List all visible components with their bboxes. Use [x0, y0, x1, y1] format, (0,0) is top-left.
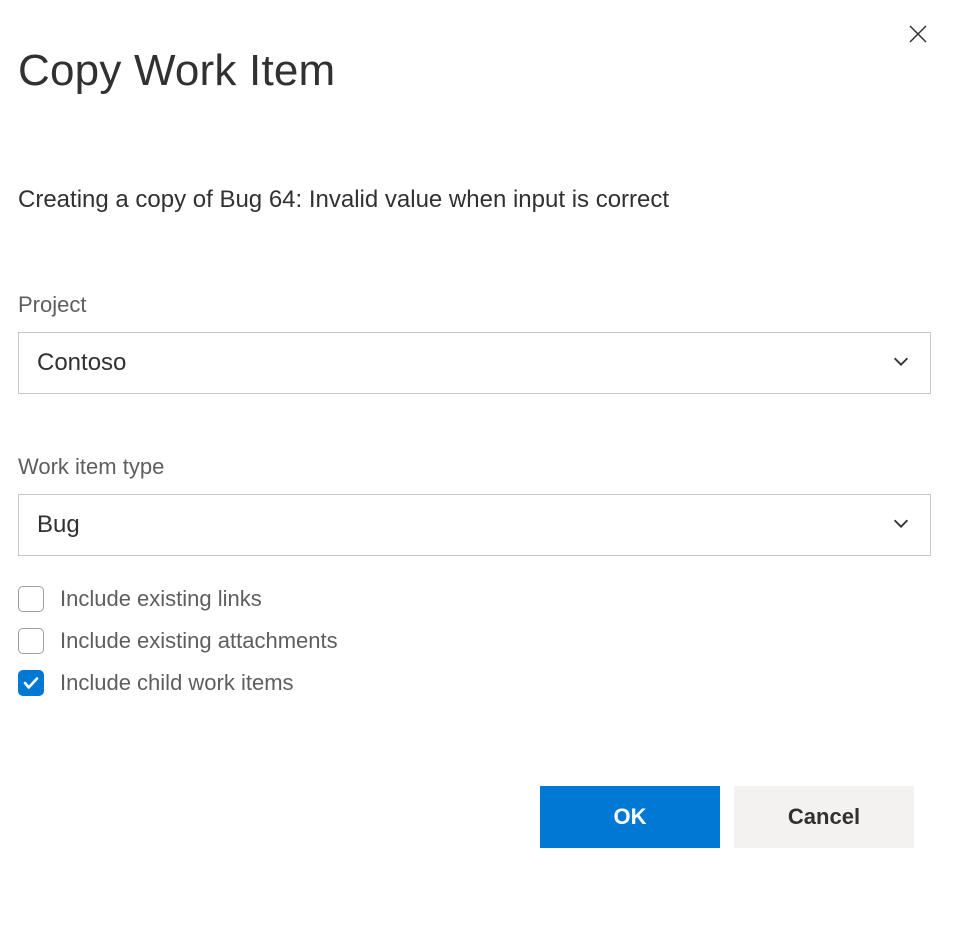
project-value: Contoso: [37, 349, 126, 377]
include-children-row: Include child work items: [18, 670, 938, 696]
include-links-checkbox[interactable]: [18, 586, 44, 612]
cancel-button[interactable]: Cancel: [734, 786, 914, 848]
project-label: Project: [18, 292, 938, 318]
include-links-row: Include existing links: [18, 586, 938, 612]
include-attachments-checkbox[interactable]: [18, 628, 44, 654]
work-item-type-dropdown[interactable]: Bug: [18, 494, 931, 556]
include-children-checkbox[interactable]: [18, 670, 44, 696]
include-attachments-row: Include existing attachments: [18, 628, 938, 654]
button-row: OK Cancel: [18, 786, 938, 848]
ok-button[interactable]: OK: [540, 786, 720, 848]
include-children-label: Include child work items: [60, 670, 294, 696]
chevron-down-icon: [890, 350, 912, 377]
project-dropdown[interactable]: Contoso: [18, 332, 931, 394]
include-attachments-label: Include existing attachments: [60, 628, 338, 654]
include-links-label: Include existing links: [60, 586, 262, 612]
work-item-type-label: Work item type: [18, 454, 938, 480]
dialog-title: Copy Work Item: [18, 46, 938, 96]
dialog-description: Creating a copy of Bug 64: Invalid value…: [18, 186, 938, 214]
close-icon[interactable]: [904, 20, 932, 48]
work-item-type-value: Bug: [37, 511, 80, 539]
chevron-down-icon: [890, 512, 912, 539]
